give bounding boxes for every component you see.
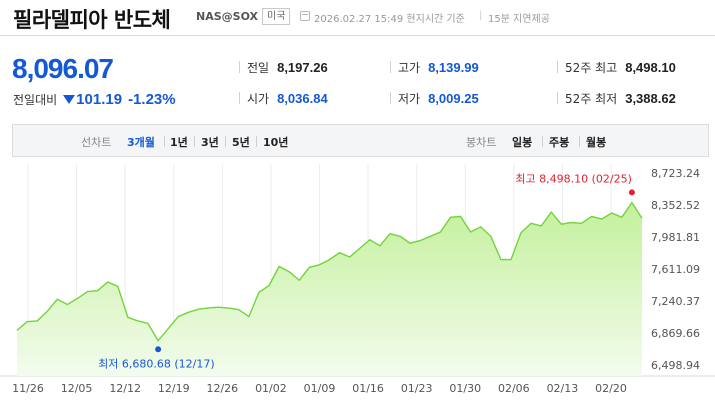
stat-label: 전일 bbox=[247, 61, 270, 75]
price-area bbox=[17, 202, 642, 376]
stat-label: 시가 bbox=[247, 92, 270, 106]
tab-separator bbox=[256, 136, 257, 147]
x-tick-label: 02/06 bbox=[498, 382, 530, 395]
x-tick-label: 01/09 bbox=[304, 382, 336, 395]
tab-separator bbox=[542, 136, 543, 147]
change-row: 전일대비 101.19 -1.23% bbox=[13, 91, 176, 108]
calendar-icon bbox=[300, 11, 310, 21]
x-tick-label: 01/23 bbox=[401, 382, 433, 395]
x-tick-label: 01/30 bbox=[449, 382, 481, 395]
stat-value: 3,388.62 bbox=[625, 91, 676, 106]
line-chart-label: 선차트 bbox=[81, 136, 112, 149]
tab-range-1y[interactable]: 1년 bbox=[170, 134, 188, 150]
current-price: 8,096.07 bbox=[12, 53, 114, 84]
tab-separator bbox=[194, 136, 195, 147]
ticker-symbol: NAS@SOX bbox=[196, 10, 259, 23]
stat-prev-close: 전일 8,197.26 bbox=[239, 59, 328, 77]
x-tick-label: 02/20 bbox=[595, 382, 627, 395]
stat-divider bbox=[390, 92, 391, 104]
page-title: 필라델피아 반도체 bbox=[13, 8, 171, 32]
tab-range-10y[interactable]: 10년 bbox=[263, 134, 288, 150]
stat-divider bbox=[557, 61, 558, 73]
delay-note: 15분 지연제공 bbox=[488, 14, 550, 25]
y-tick-label: 6,498.94 bbox=[651, 359, 700, 372]
change-percent: -1.23% bbox=[128, 91, 176, 108]
stat-52w-low: 52주 최저 3,388.62 bbox=[557, 90, 676, 108]
page-header: 필라델피아 반도체 NAS@SOX 미국 2026.02.27 15:49 현지… bbox=[0, 0, 715, 34]
x-tick-label: 12/05 bbox=[61, 382, 93, 395]
stat-value: 8,009.25 bbox=[428, 91, 479, 106]
price-chart-svg: 11/26 12/05 12/12 12/19 12/26 01/02 01/09 01/16… bbox=[0, 164, 715, 395]
x-tick-label: 12/19 bbox=[158, 382, 190, 395]
header-divider bbox=[0, 35, 715, 36]
stat-value: 8,139.99 bbox=[428, 60, 479, 75]
x-tick-label: 02/13 bbox=[547, 382, 579, 395]
stat-label: 52주 최저 bbox=[565, 92, 618, 106]
x-tick-label: 12/12 bbox=[109, 382, 141, 395]
meta-separator: | bbox=[479, 10, 483, 21]
low-marker bbox=[155, 346, 162, 353]
stat-value: 8,498.10 bbox=[625, 60, 676, 75]
stat-high: 고가 8,139.99 bbox=[390, 59, 479, 77]
tab-separator bbox=[225, 136, 226, 147]
y-tick-label: 6,869.66 bbox=[651, 327, 700, 340]
tab-candle-weekly[interactable]: 주봉 bbox=[549, 134, 569, 150]
x-tick-label: 01/02 bbox=[255, 382, 287, 395]
high-annotation: 최고 8,498.10 (02/25) bbox=[515, 172, 632, 185]
stat-divider bbox=[239, 92, 240, 104]
tab-candle-monthly[interactable]: 월봉 bbox=[586, 134, 606, 150]
stat-label: 저가 bbox=[398, 92, 421, 106]
change-label: 전일대비 bbox=[13, 93, 58, 107]
tab-candle-daily[interactable]: 일봉 bbox=[512, 134, 532, 150]
quote-datetime: 2026.02.27 15:49 현지시간 기준 bbox=[314, 14, 465, 25]
low-annotation: 최저 6,680.68 (12/17) bbox=[98, 357, 215, 370]
stat-open: 시가 8,036.84 bbox=[239, 90, 328, 108]
x-tick-label: 01/16 bbox=[352, 382, 384, 395]
stat-divider bbox=[557, 92, 558, 104]
y-tick-label: 7,611.09 bbox=[651, 263, 700, 276]
stat-low: 저가 8,009.25 bbox=[390, 90, 479, 108]
stat-52w-high: 52주 최고 8,498.10 bbox=[557, 59, 676, 77]
tab-range-5y[interactable]: 5년 bbox=[232, 134, 250, 150]
stat-label: 고가 bbox=[398, 61, 421, 75]
x-tick-label: 11/26 bbox=[12, 382, 44, 395]
stat-label: 52주 최고 bbox=[565, 61, 618, 75]
high-marker bbox=[628, 189, 635, 196]
change-value: 101.19 bbox=[76, 91, 123, 108]
stat-value: 8,197.26 bbox=[277, 60, 328, 75]
tab-range-3y[interactable]: 3년 bbox=[201, 134, 219, 150]
stat-divider bbox=[239, 61, 240, 73]
down-triangle-icon bbox=[63, 95, 76, 104]
tab-separator bbox=[164, 136, 165, 147]
tab-range-3m[interactable]: 3개월 bbox=[127, 134, 155, 150]
y-tick-label: 8,352.52 bbox=[651, 199, 700, 212]
price-chart: 11/26 12/05 12/12 12/19 12/26 01/02 01/09 01/16… bbox=[0, 160, 715, 407]
market-badge: 미국 bbox=[262, 8, 291, 25]
candle-chart-label: 봉차트 bbox=[466, 136, 497, 149]
x-tick-label: 12/26 bbox=[206, 382, 238, 395]
y-tick-label: 7,981.81 bbox=[651, 231, 700, 244]
chart-tab-bar: 선차트 3개월 1년 3년 5년 10년 봉차트 일봉 주봉 월봉 bbox=[12, 124, 709, 157]
y-tick-label: 8,723.24 bbox=[651, 167, 700, 180]
stat-divider bbox=[390, 61, 391, 73]
stat-value: 8,036.84 bbox=[277, 91, 328, 106]
tab-separator bbox=[579, 136, 580, 147]
y-tick-label: 7,240.37 bbox=[651, 295, 700, 308]
